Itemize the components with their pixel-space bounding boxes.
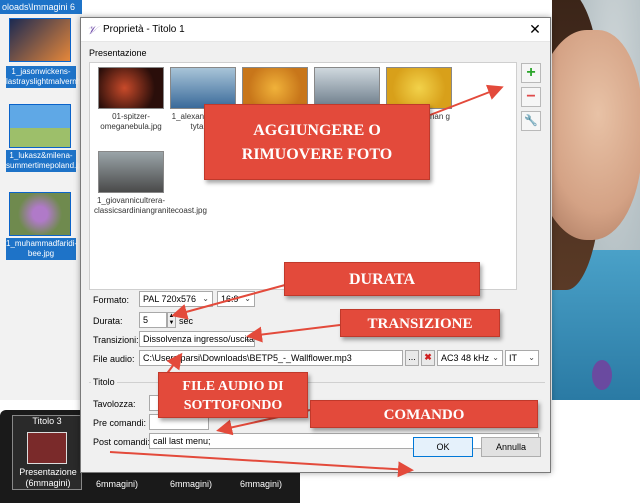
thumbnail-panel: oloads\Immagini 6 1_jasonwickens-lastray…	[0, 0, 104, 400]
thumb-label: 1_muhammadfaridi-bee.jpg	[6, 238, 78, 260]
thumb-label: 1_jasonwickens-lastrayslightmalvernhills…	[6, 66, 104, 88]
thumb-item-2[interactable]: 1_lukasz&milena-summertimepoland.jpg	[6, 104, 87, 172]
path-bar: oloads\Immagini 6	[0, 0, 82, 14]
audio-file-input[interactable]: C:\Users\parsi\Downloads\BETP5_-_Wallflo…	[139, 350, 403, 366]
thumb-item-1[interactable]: 1_jasonwickens-lastrayslightmalvernhills…	[6, 64, 104, 88]
gallery-image	[314, 67, 380, 109]
titolo-group-label: Titolo	[91, 377, 117, 387]
tile-label: 6mmagini)	[169, 479, 212, 489]
thumbnail-image	[9, 18, 71, 62]
browse-button[interactable]: ...	[405, 350, 419, 366]
gallery-image	[98, 67, 164, 109]
duration-unit: sec	[179, 316, 194, 326]
thumb-item-3[interactable]: 1_muhammadfaridi-bee.jpg	[6, 192, 78, 260]
gallery-image	[170, 67, 236, 109]
callout-audio: FILE AUDIO DI SOTTOFONDO	[158, 372, 308, 418]
clear-audio-icon[interactable]: ✖	[421, 350, 435, 366]
callout-add-remove: AGGIUNGERE O RIMUOVERE FOTO	[204, 104, 430, 180]
gallery-caption: 1_giovannicultrera-classicsardiniangrani…	[94, 196, 207, 215]
formato-label: Formato:	[93, 295, 130, 305]
thumb-top[interactable]	[6, 18, 76, 62]
tile-label: Presentazione (6mmagini)	[19, 467, 77, 488]
duration-input[interactable]: 5	[139, 312, 167, 328]
gallery-caption: 01-spitzer-omeganebula.jpg	[100, 112, 162, 131]
audio-label: File audio:	[93, 354, 135, 364]
close-icon[interactable]: ✕	[526, 21, 544, 38]
audio-format-select[interactable]: AC3 48 kHz ⌄	[437, 350, 503, 366]
ok-button[interactable]: OK	[413, 437, 473, 457]
add-image-button[interactable]: +	[521, 63, 541, 83]
callout-durata: DURATA	[284, 262, 480, 296]
remove-image-button[interactable]: −	[521, 87, 541, 107]
transizioni-label: Transizioni:	[93, 335, 139, 345]
cancel-button[interactable]: Annulla	[481, 437, 541, 457]
transition-select[interactable]: Dissolvenza ingresso/uscita ⌄	[139, 331, 255, 347]
duration-spinner[interactable]: ▲ ▼	[167, 312, 176, 328]
callout-transizione: TRANSIZIONE	[340, 309, 500, 337]
language-select[interactable]: IT ⌄	[505, 350, 539, 366]
tile-label: 6mmagini)	[239, 479, 282, 489]
format-select[interactable]: PAL 720x576 ⌄	[139, 291, 213, 307]
dialog-titlebar: 𝒱 Proprietà - Titolo 1 ✕	[81, 18, 550, 42]
thumbnail-image	[9, 192, 71, 236]
post-commands-label: Post comandi:	[93, 437, 151, 447]
background-photo	[552, 0, 640, 400]
tavolozza-label: Tavolozza:	[93, 399, 136, 409]
dialog-title: Proprietà - Titolo 1	[103, 24, 185, 35]
gallery-item[interactable]: 01-spitzer-omeganebula.jpg	[94, 67, 168, 132]
tile-label: 6mmagini)	[95, 479, 138, 489]
pre-commands-label: Pre comandi:	[93, 418, 147, 428]
thumb-label: 1_lukasz&milena-summertimepoland.jpg	[6, 150, 87, 172]
tile-thumbnail	[27, 432, 67, 464]
callout-comando: COMANDO	[310, 400, 538, 428]
aspect-select[interactable]: 16:9 ⌄	[217, 291, 255, 307]
gallery-image	[242, 67, 308, 109]
tile-title: Titolo 3	[32, 416, 62, 426]
app-icon: 𝒱	[87, 23, 97, 37]
presentation-group-label: Presentazione	[89, 48, 147, 58]
title-tile-3[interactable]: Titolo 3 Presentazione (6mmagini)	[12, 415, 82, 490]
gallery-item[interactable]: 1_giovannicultrera-classicsardiniangrani…	[94, 151, 207, 216]
thumbnail-image	[9, 104, 71, 148]
gallery-image	[386, 67, 452, 109]
durata-label: Durata:	[93, 316, 123, 326]
gallery-image	[98, 151, 164, 193]
settings-button[interactable]: 🔧	[521, 111, 541, 131]
